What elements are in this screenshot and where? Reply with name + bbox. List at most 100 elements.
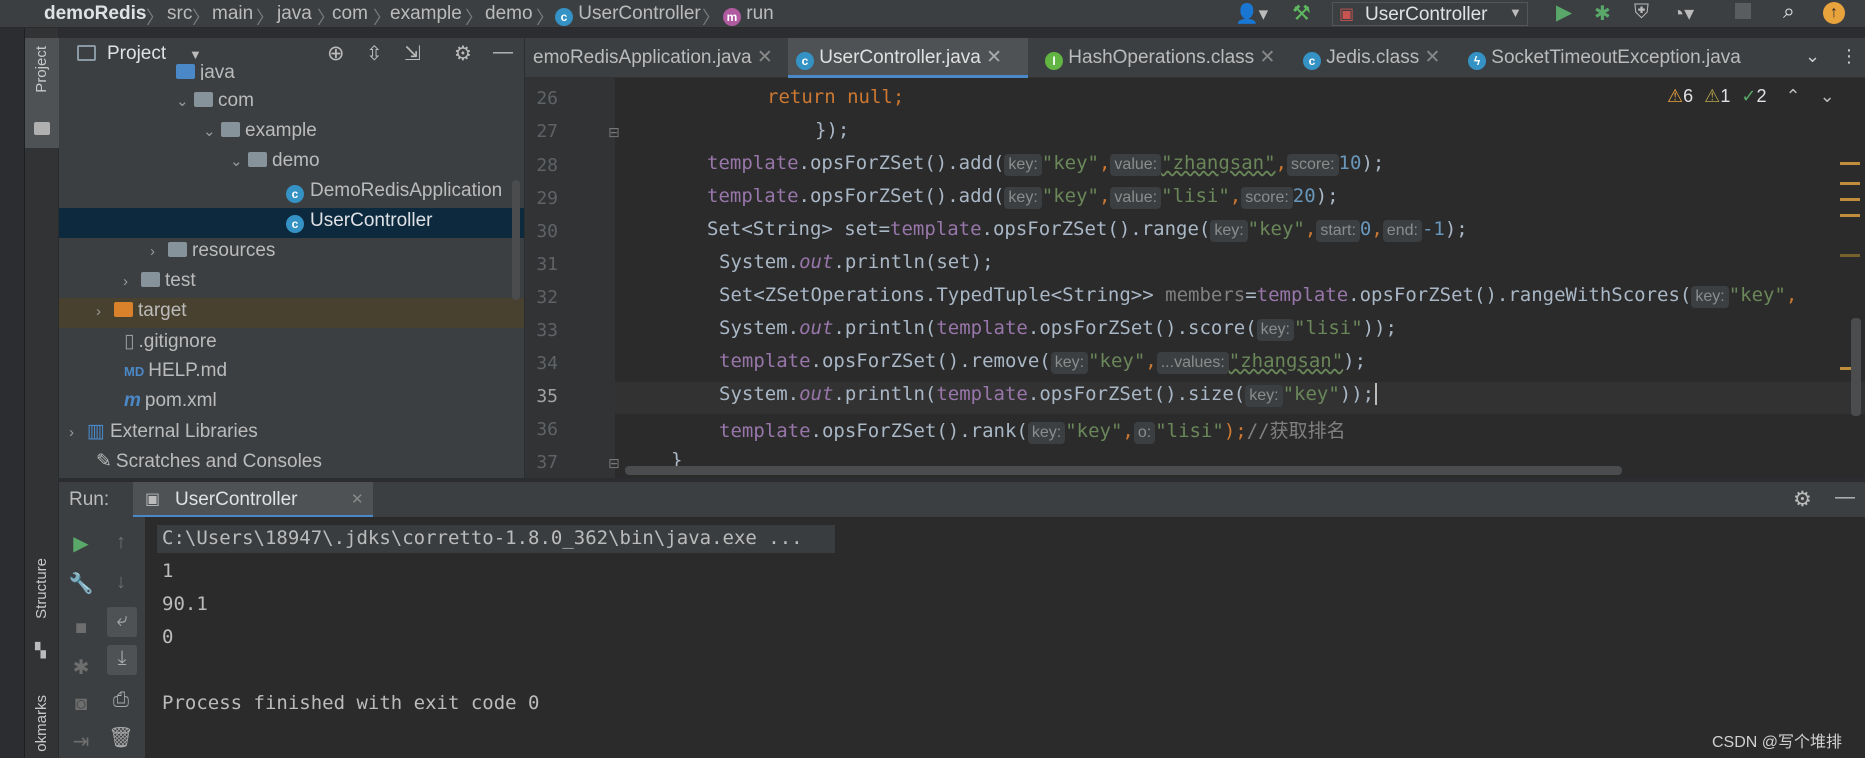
class-icon: c xyxy=(1303,52,1321,70)
soft-wrap-toggle[interactable]: ⤶ xyxy=(107,607,137,637)
chevron-down-icon[interactable]: ▼ xyxy=(189,47,202,62)
tab-demoredisapplication[interactable]: emoRedisApplication.java ✕ xyxy=(525,38,787,78)
tree-item-target[interactable]: › target xyxy=(96,300,187,330)
console-line-command: C:\Users\18947\.jdks\corretto-1.8.0_362\… xyxy=(162,527,803,549)
class-icon: c xyxy=(555,8,573,26)
close-icon[interactable]: ✕ xyxy=(1424,47,1440,68)
tree-item-gitignore[interactable]: ▯ .gitignore xyxy=(124,330,217,360)
chevron-up-icon[interactable]: ⌃ xyxy=(1785,86,1800,106)
breadcrumb-method[interactable]: m run xyxy=(723,3,774,26)
breadcrumb-example[interactable]: example xyxy=(390,3,462,25)
rerun-icon[interactable]: ▶ xyxy=(67,531,95,556)
search-icon[interactable]: ⌕ xyxy=(1783,0,1795,24)
breadcrumb-java[interactable]: java xyxy=(277,3,312,25)
debug-icon[interactable]: ✱ xyxy=(1594,1,1611,26)
tree-item-help-md[interactable]: MD HELP.md xyxy=(124,360,227,390)
run-tab-usercontroller[interactable]: ▣ UserController ✕ xyxy=(133,482,373,518)
camera-icon[interactable]: ◙ xyxy=(67,693,95,716)
stop-icon[interactable]: ■ xyxy=(67,617,95,640)
tab-sockettimeoutexception[interactable]: ϟ SocketTimeoutException.java xyxy=(1460,38,1780,78)
close-icon[interactable]: ✕ xyxy=(757,47,773,68)
wrench-icon[interactable]: 🔧 xyxy=(67,571,95,596)
run-config-select[interactable]: ▣ UserController ▼ xyxy=(1332,2,1528,26)
breadcrumb-demo[interactable]: demo xyxy=(485,3,533,25)
editor-horizontal-scrollbar[interactable] xyxy=(625,466,1622,475)
tree-item-external-libraries[interactable]: › ▥ External Libraries xyxy=(69,420,258,450)
tree-item-scratches[interactable]: ✎ Scratches and Consoles xyxy=(96,450,322,480)
error-stripe-mark[interactable] xyxy=(1840,198,1860,201)
tree-item-com[interactable]: ⌄ com xyxy=(176,90,254,120)
print-icon[interactable]: ⎙ xyxy=(107,689,135,712)
tree-item-demo[interactable]: ⌄ demo xyxy=(230,150,320,180)
tree-item-example[interactable]: ⌄ example xyxy=(203,120,317,150)
tree-item-demoredisapplication[interactable]: c DemoRedisApplication xyxy=(286,180,502,210)
editor-vertical-scrollbar[interactable] xyxy=(1851,318,1861,416)
fold-icon[interactable]: ⊟ xyxy=(608,455,620,472)
console-output[interactable] xyxy=(145,517,1865,758)
close-icon[interactable]: ✕ xyxy=(986,47,1002,68)
soft-wrap-icon: ⤶ xyxy=(116,609,128,631)
code-line-28: template.opsForZSet().add(key: "key", valu… xyxy=(707,152,1385,176)
error-stripe-mark[interactable] xyxy=(1840,162,1860,165)
exit-icon[interactable]: ⇥ xyxy=(67,729,95,754)
breadcrumb-com[interactable]: com xyxy=(332,3,368,25)
tree-item-usercontroller[interactable]: c UserController xyxy=(286,210,432,240)
gear-icon[interactable]: ⚙ xyxy=(454,41,472,66)
update-icon[interactable]: ↑ xyxy=(1823,2,1845,24)
tree-item-resources[interactable]: › resources xyxy=(150,240,275,270)
console-line-exit: Process finished with exit code 0 xyxy=(162,692,540,714)
tab-hashoperations[interactable]: I HashOperations.class ✕ xyxy=(1037,38,1289,78)
line-number: 30 xyxy=(536,221,558,242)
project-tool-button[interactable]: Project xyxy=(25,38,59,148)
error-stripe-mark[interactable] xyxy=(1840,182,1860,185)
collapse-all-icon[interactable]: ⇲ xyxy=(404,41,421,66)
scroll-to-end-toggle[interactable]: ⤓ xyxy=(107,645,137,675)
hide-icon[interactable]: — xyxy=(1835,486,1855,509)
chevron-down-icon[interactable]: ⌄ xyxy=(1820,86,1835,106)
run-panel-label: Run: xyxy=(69,489,110,510)
tree-item-test[interactable]: › test xyxy=(123,270,196,300)
tree-item-pom-xml[interactable]: m pom.xml xyxy=(124,390,217,420)
project-panel-title[interactable]: Project xyxy=(107,43,166,65)
more-icon[interactable]: ⋮ xyxy=(1840,46,1858,67)
code-line-30: Set<String> set=template.opsForZSet().ra… xyxy=(707,218,1468,242)
breadcrumb-class[interactable]: c UserController xyxy=(555,3,701,26)
expand-all-icon[interactable]: ⇳ xyxy=(366,41,383,66)
locate-icon[interactable]: ⊕ xyxy=(327,41,345,66)
fold-icon[interactable]: ⊟ xyxy=(608,124,620,141)
arrow-up-icon[interactable]: ↑ xyxy=(107,531,135,554)
tree-item-java[interactable]: java xyxy=(176,62,235,80)
hide-icon[interactable]: — xyxy=(493,41,513,64)
breadcrumb-src[interactable]: src xyxy=(167,3,192,25)
breadcrumb-separator: 〉 xyxy=(702,8,720,28)
stop-icon[interactable] xyxy=(1735,3,1751,19)
tab-usercontroller[interactable]: c UserController.java ✕ xyxy=(788,38,1028,78)
weak-warning-icon: ⚠ xyxy=(1704,86,1721,106)
bug-icon[interactable]: ✱ xyxy=(67,655,95,680)
profile-icon[interactable]: ◔▾ xyxy=(1672,1,1694,26)
close-icon[interactable]: ✕ xyxy=(351,490,364,508)
error-stripe-mark[interactable] xyxy=(1840,214,1860,217)
run-icon[interactable]: ▶ xyxy=(1556,0,1572,25)
tab-jedis[interactable]: c Jedis.class ✕ xyxy=(1295,38,1453,78)
bookmarks-tool-button[interactable]: okmarks xyxy=(25,693,59,758)
breadcrumb-main[interactable]: main xyxy=(212,3,253,25)
chevron-down-icon[interactable]: ⌄ xyxy=(1805,46,1820,67)
inspection-widget[interactable]: ⚠6 ⚠1 ✓2 ⌃ ⌄ xyxy=(1667,86,1835,107)
line-number: 27 xyxy=(536,121,558,142)
error-stripe-mark[interactable] xyxy=(1840,254,1860,257)
arrow-down-icon[interactable]: ↓ xyxy=(107,571,135,594)
structure-tool-button[interactable]: Structure ▚ xyxy=(25,558,59,668)
gear-icon[interactable]: ⚙ xyxy=(1793,487,1812,512)
breadcrumb-project[interactable]: demoRedis xyxy=(44,3,146,25)
close-icon[interactable]: ✕ xyxy=(1259,47,1275,68)
editor-tab-bar: emoRedisApplication.java ✕ c UserControl… xyxy=(525,38,1865,78)
user-icon[interactable]: 👤▾ xyxy=(1235,2,1268,26)
coverage-icon[interactable]: ⛨ xyxy=(1634,1,1649,24)
code-line-29: template.opsForZSet().add(key: "key", valu… xyxy=(707,185,1339,209)
breadcrumb-separator: 〉 xyxy=(146,8,164,28)
trash-icon[interactable]: 🗑 xyxy=(107,725,135,750)
project-scrollbar[interactable] xyxy=(512,180,520,300)
code-line-32: Set<ZSetOperations.TypedTuple<String>> m… xyxy=(719,284,1798,308)
build-hammer-icon[interactable]: ⚒ xyxy=(1292,1,1311,26)
